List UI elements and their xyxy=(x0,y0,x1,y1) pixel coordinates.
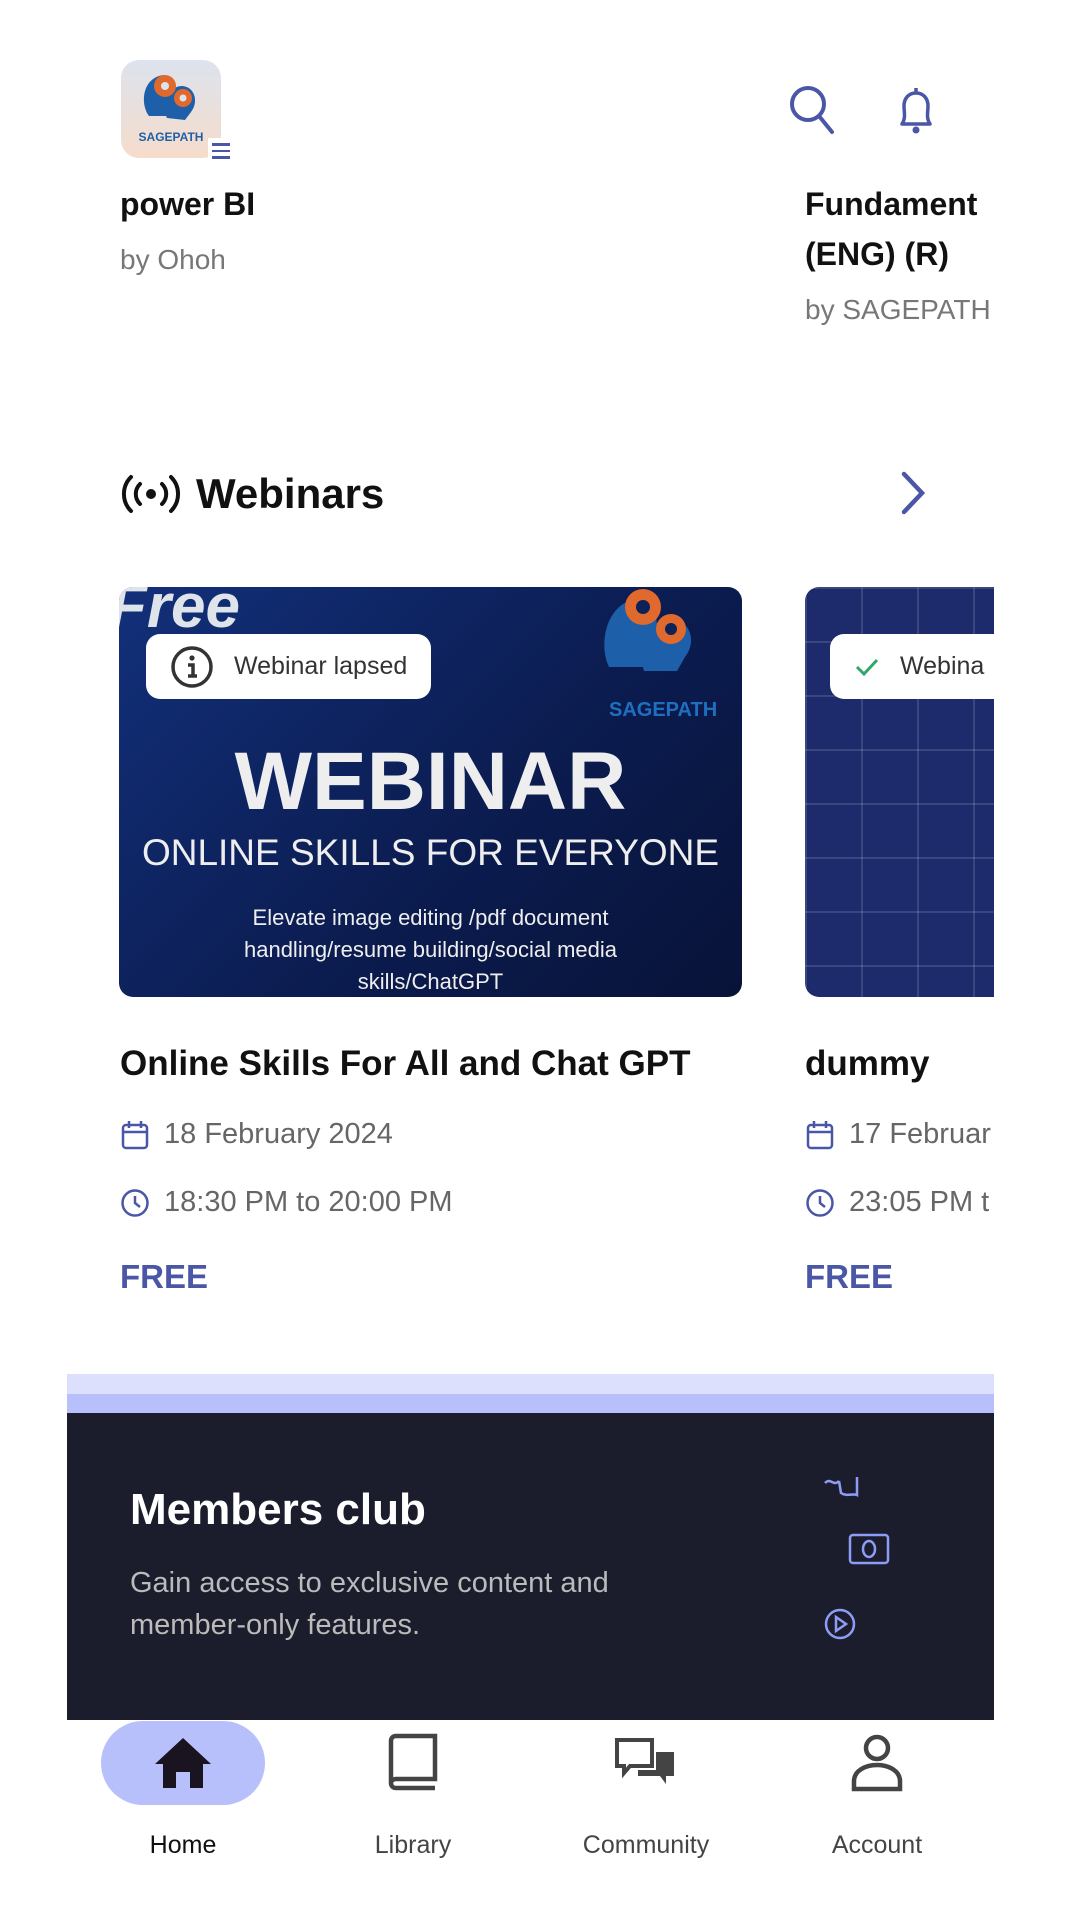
menu-icon[interactable] xyxy=(208,138,234,164)
nav-item-community[interactable]: Community xyxy=(546,1720,746,1860)
hand-icon xyxy=(824,1477,859,1498)
app-logo[interactable]: SAGEPATH xyxy=(121,60,221,158)
logo-text: SAGEPATH xyxy=(138,130,204,144)
nav-label: Community xyxy=(582,1831,710,1859)
image-desc: Elevate image editing /pdf document xyxy=(252,905,609,930)
book-icon xyxy=(388,1733,438,1791)
nav-item-library[interactable]: Library xyxy=(313,1720,513,1860)
badge-text: Webinar lapsed xyxy=(234,652,408,680)
image-desc: handling/resume building/social media xyxy=(243,937,617,962)
bell-icon[interactable] xyxy=(894,84,938,136)
members-description: Gain access to exclusive content and xyxy=(130,1567,609,1599)
members-description: member-only features. xyxy=(130,1609,421,1641)
time-text: 18:30 PM to 20:00 PM xyxy=(164,1186,453,1218)
chevron-right-icon[interactable] xyxy=(898,470,928,516)
webinar-title[interactable]: dummy xyxy=(805,1044,929,1084)
nav-item-account[interactable]: Account xyxy=(777,1720,977,1860)
status-badge: Webinar lapsed xyxy=(146,634,432,699)
course-title-line2[interactable]: (ENG) (R) xyxy=(805,236,949,273)
play-circle-icon xyxy=(824,1608,856,1640)
check-icon xyxy=(855,658,879,676)
webinar-date: 18 February 2024 xyxy=(120,1118,393,1151)
webinar-time: 23:05 PM t xyxy=(805,1186,989,1219)
clock-icon xyxy=(121,1188,149,1217)
course-title[interactable]: power BI xyxy=(120,186,255,223)
badge-text: Webina xyxy=(900,652,985,680)
nav-label: Library xyxy=(374,1831,452,1859)
image-desc: skills/ChatGPT xyxy=(357,969,504,994)
active-pill xyxy=(101,1721,265,1805)
nav-label: Account xyxy=(831,1831,923,1859)
info-icon xyxy=(171,645,213,688)
course-author: by Ohoh xyxy=(120,244,226,275)
section-title: Webinars xyxy=(196,470,385,517)
image-subheadline: ONLINE SKILLS FOR EVERYONE xyxy=(141,832,720,873)
course-author: by SAGEPATH xyxy=(805,294,991,325)
course-title[interactable]: Fundament xyxy=(805,186,977,223)
image-headline: WEBINAR xyxy=(234,736,627,827)
webinars-heading: Webinars xyxy=(120,470,384,518)
broadcast-icon xyxy=(121,475,181,513)
nav-label: Home xyxy=(149,1831,217,1859)
search-icon[interactable] xyxy=(788,84,836,136)
date-text: 18 February 2024 xyxy=(164,1118,393,1150)
date-text: 17 Februar xyxy=(849,1118,991,1150)
webinar-date: 17 Februar xyxy=(805,1118,991,1151)
price-label: FREE xyxy=(805,1258,894,1295)
money-icon xyxy=(848,1533,890,1565)
banner-strip xyxy=(67,1394,994,1413)
webinar-card-image[interactable]: Free SAGEPATH Webinar lapsed WEBINAR ONL… xyxy=(119,587,742,997)
webinar-title[interactable]: Online Skills For All and Chat GPT xyxy=(120,1044,690,1084)
calendar-icon xyxy=(806,1120,834,1149)
chat-bubbles-icon xyxy=(615,1738,674,1784)
person-icon xyxy=(851,1734,903,1792)
sagepath-logo-icon xyxy=(604,589,692,671)
home-icon xyxy=(155,1738,211,1788)
bottom-navigation: Home Library Community Account xyxy=(0,1720,1080,1920)
clock-icon xyxy=(806,1188,834,1217)
image-brand-text: SAGEPATH xyxy=(609,699,718,721)
nav-item-home[interactable]: Home xyxy=(83,1720,283,1860)
members-club-banner[interactable]: Members club Gain access to exclusive co… xyxy=(67,1413,994,1720)
calendar-icon xyxy=(121,1120,149,1149)
banner-strip xyxy=(67,1374,994,1394)
members-title: Members club xyxy=(130,1485,426,1534)
price-label: FREE xyxy=(120,1258,209,1295)
status-badge: Webina xyxy=(830,634,994,699)
webinar-card-image[interactable]: Webina xyxy=(805,587,994,997)
webinar-time: 18:30 PM to 20:00 PM xyxy=(120,1186,453,1219)
time-text: 23:05 PM t xyxy=(849,1186,990,1218)
gears-logo-icon xyxy=(143,75,196,120)
